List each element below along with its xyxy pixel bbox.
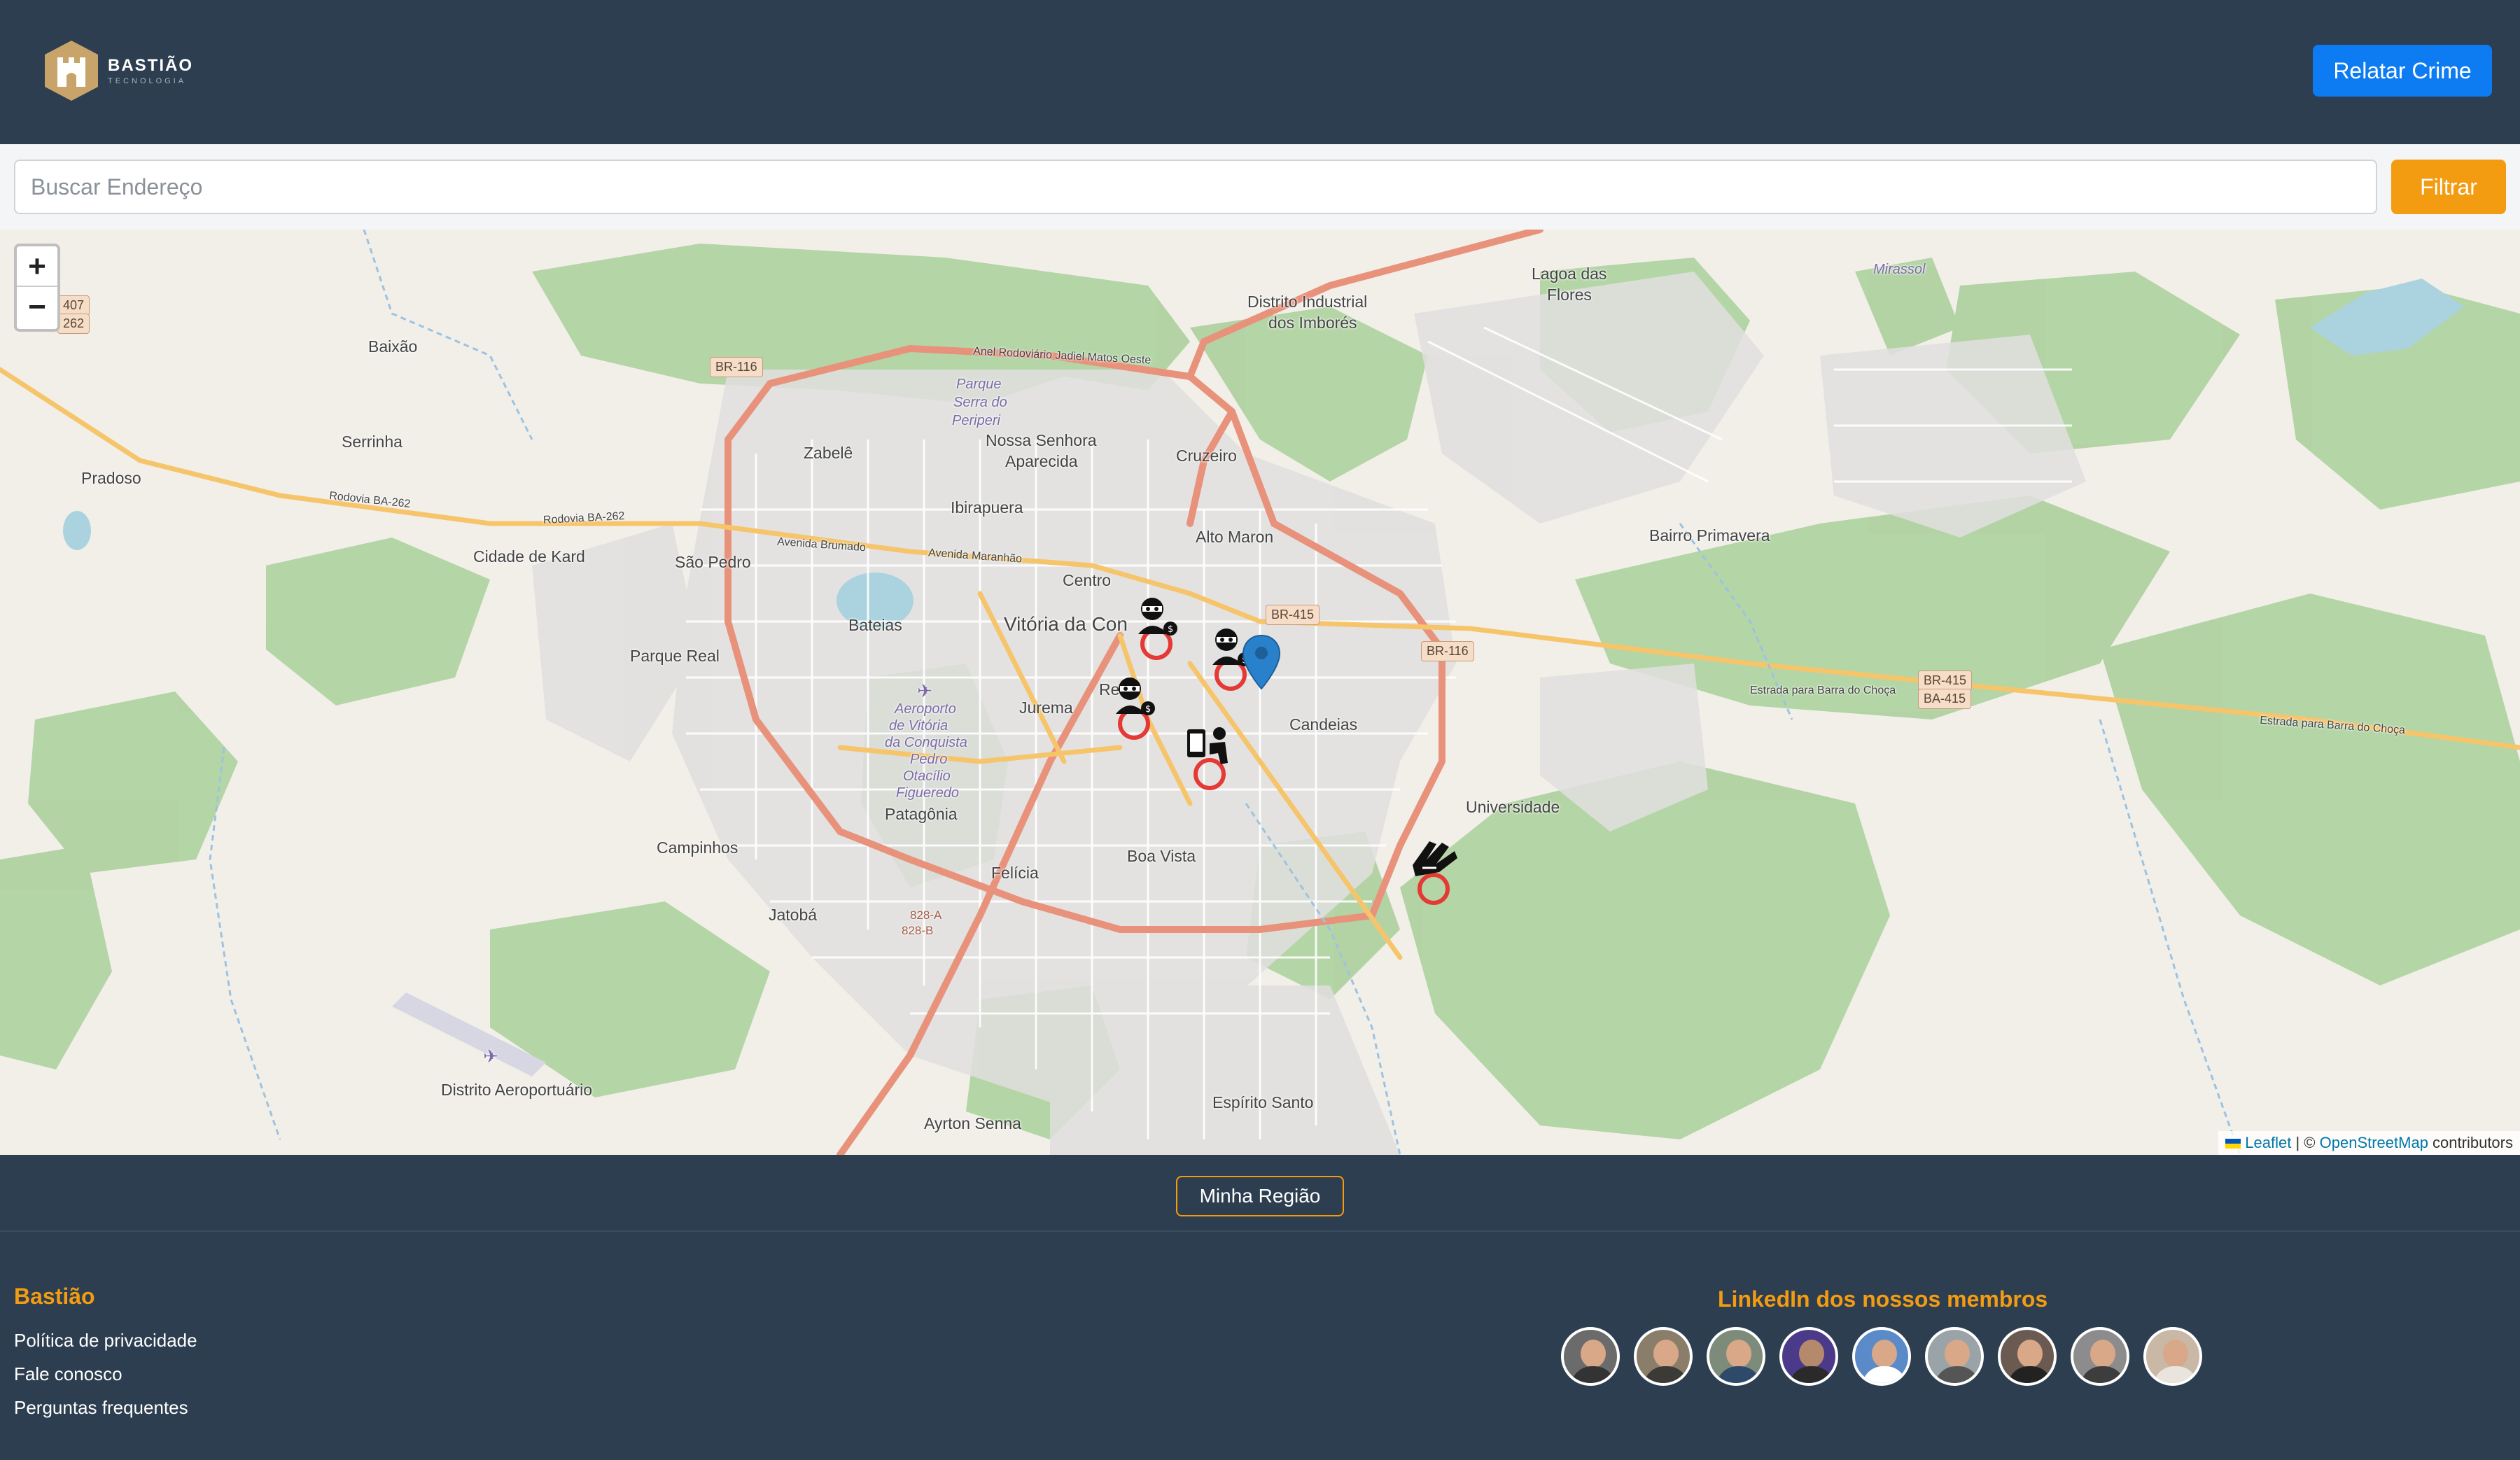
attribution-contributors: contributors <box>2428 1134 2513 1151</box>
road-shield: BA-415 <box>1918 689 1972 709</box>
place-label: Serrinha <box>342 433 402 451</box>
place-label: Distrito Industrial <box>1247 293 1368 311</box>
place-label: Cidade de Kard <box>473 547 585 566</box>
road-shield: 407 <box>57 295 90 316</box>
castle-logo-icon <box>45 41 98 101</box>
svg-text:$: $ <box>1168 624 1173 635</box>
place-label: Nossa Senhora <box>986 431 1097 449</box>
place-label: Figueredo <box>896 785 960 801</box>
place-label: de Vitória <box>889 718 948 733</box>
openstreetmap-link[interactable]: OpenStreetMap <box>2320 1134 2428 1151</box>
logo[interactable]: BASTIÃO TECNOLOGIA <box>43 39 193 102</box>
place-label: Bateias <box>848 616 902 634</box>
report-crime-button[interactable]: Relatar Crime <box>2313 45 2492 97</box>
place-label: Periperi <box>952 413 1000 428</box>
zoom-in-button[interactable]: + <box>17 246 57 287</box>
crime-marker-theft[interactable]: $ <box>1131 592 1182 662</box>
faq-link[interactable]: Perguntas frequentes <box>14 1397 188 1419</box>
crime-marker-assault[interactable] <box>1408 837 1459 907</box>
airport-icon: ✈ <box>917 680 932 701</box>
place-label: Bairro Primavera <box>1649 526 1770 545</box>
place-label: Aparecida <box>1005 452 1078 470</box>
footer: Minha Região Bastião Política de privaci… <box>0 1155 2520 1460</box>
location-pin-icon[interactable] <box>1242 634 1281 690</box>
road-ref-label: 828-A <box>910 908 942 922</box>
place-label: Espírito Santo <box>1212 1093 1314 1111</box>
place-label: Ibirapuera <box>951 498 1023 517</box>
member-avatar[interactable] <box>1707 1327 1765 1386</box>
attribution-separator: | © <box>2291 1134 2320 1151</box>
place-label: Pedro <box>910 752 948 767</box>
road-shield: 262 <box>57 314 90 334</box>
place-label: Candeias <box>1289 715 1358 733</box>
svg-text:$: $ <box>1145 704 1151 715</box>
place-label: Jatobá <box>769 906 818 924</box>
member-avatar[interactable] <box>2071 1327 2129 1386</box>
place-label: Otacílio <box>903 768 951 784</box>
place-label: Alto Maron <box>1196 528 1274 546</box>
place-label: Mirassol <box>1873 262 1926 277</box>
place-label: Parque <box>956 377 1002 392</box>
member-avatar[interactable] <box>1925 1327 1984 1386</box>
filter-button[interactable]: Filtrar <box>2391 160 2506 214</box>
member-avatar[interactable] <box>1779 1327 1838 1386</box>
place-label: Vitória da Con <box>1004 613 1128 635</box>
footer-divider <box>0 1230 2520 1232</box>
place-label: Lagoa das <box>1532 265 1607 283</box>
address-search-input[interactable] <box>14 160 2377 214</box>
crime-marker-theft[interactable]: $ <box>1109 672 1159 742</box>
my-region-button[interactable]: Minha Região <box>1176 1176 1344 1216</box>
place-label: Flores <box>1547 286 1592 304</box>
map-attribution: Leaflet | © OpenStreetMap contributors <box>2218 1131 2520 1155</box>
leaflet-link[interactable]: Leaflet <box>2245 1134 2291 1151</box>
privacy-policy-link[interactable]: Política de privacidade <box>14 1330 197 1352</box>
footer-brand-title: Bastião <box>14 1284 95 1309</box>
place-label: Boa Vista <box>1127 847 1196 865</box>
road-shield: BR-116 <box>1421 641 1474 661</box>
members-title: LinkedIn dos nossos membros <box>1718 1286 2048 1312</box>
logo-subtitle: TECNOLOGIA <box>108 77 187 85</box>
place-label: Centro <box>1063 571 1112 589</box>
place-label: Distrito Aeroportuário <box>441 1081 593 1099</box>
place-label: Zabelê <box>804 444 853 462</box>
header: BASTIÃO TECNOLOGIA Relatar Crime <box>0 0 2520 144</box>
place-label: Patagônia <box>885 805 958 823</box>
crime-marker-phone-robbery[interactable] <box>1184 722 1235 792</box>
map[interactable]: Distrito Industrial dos Imborés Lagoa da… <box>0 230 2520 1155</box>
place-label: Baixão <box>368 337 418 356</box>
member-avatar[interactable] <box>2143 1327 2202 1386</box>
map-tiles <box>0 230 2520 1155</box>
zoom-out-button[interactable]: − <box>17 287 57 328</box>
ukraine-flag-icon <box>2225 1139 2241 1149</box>
place-label: Ayrton Senna <box>924 1114 1021 1132</box>
member-avatar[interactable] <box>1852 1327 1911 1386</box>
street-label: Estrada para Barra do Choça <box>1750 685 1896 696</box>
member-avatar[interactable] <box>1634 1327 1693 1386</box>
search-bar: Filtrar <box>0 144 2520 230</box>
place-label: dos Imborés <box>1268 314 1357 332</box>
member-avatars <box>1561 1327 2216 1386</box>
road-shield: BR-116 <box>710 357 763 377</box>
road-ref-label: 828-B <box>902 924 934 937</box>
member-avatar[interactable] <box>1998 1327 2057 1386</box>
zoom-control: + − <box>14 244 60 332</box>
place-label: Pradoso <box>81 469 141 487</box>
place-label: Jurema <box>1019 699 1073 717</box>
airport-icon: ✈ <box>483 1046 498 1067</box>
place-label: Felícia <box>991 864 1039 882</box>
contact-link[interactable]: Fale conosco <box>14 1363 122 1385</box>
place-label: Cruzeiro <box>1176 447 1237 465</box>
place-label: São Pedro <box>675 553 751 571</box>
member-avatar[interactable] <box>1561 1327 1620 1386</box>
place-label: Universidade <box>1466 798 1560 816</box>
place-label: Campinhos <box>657 838 738 857</box>
place-label: Serra do <box>953 395 1007 410</box>
place-label: Aeroporto <box>895 701 956 717</box>
road-shield: BR-415 <box>1918 671 1973 691</box>
road-shield: BR-415 <box>1266 605 1320 625</box>
place-label: Parque Real <box>630 647 720 665</box>
place-label: da Conquista <box>885 735 967 750</box>
logo-name: BASTIÃO <box>108 56 193 75</box>
